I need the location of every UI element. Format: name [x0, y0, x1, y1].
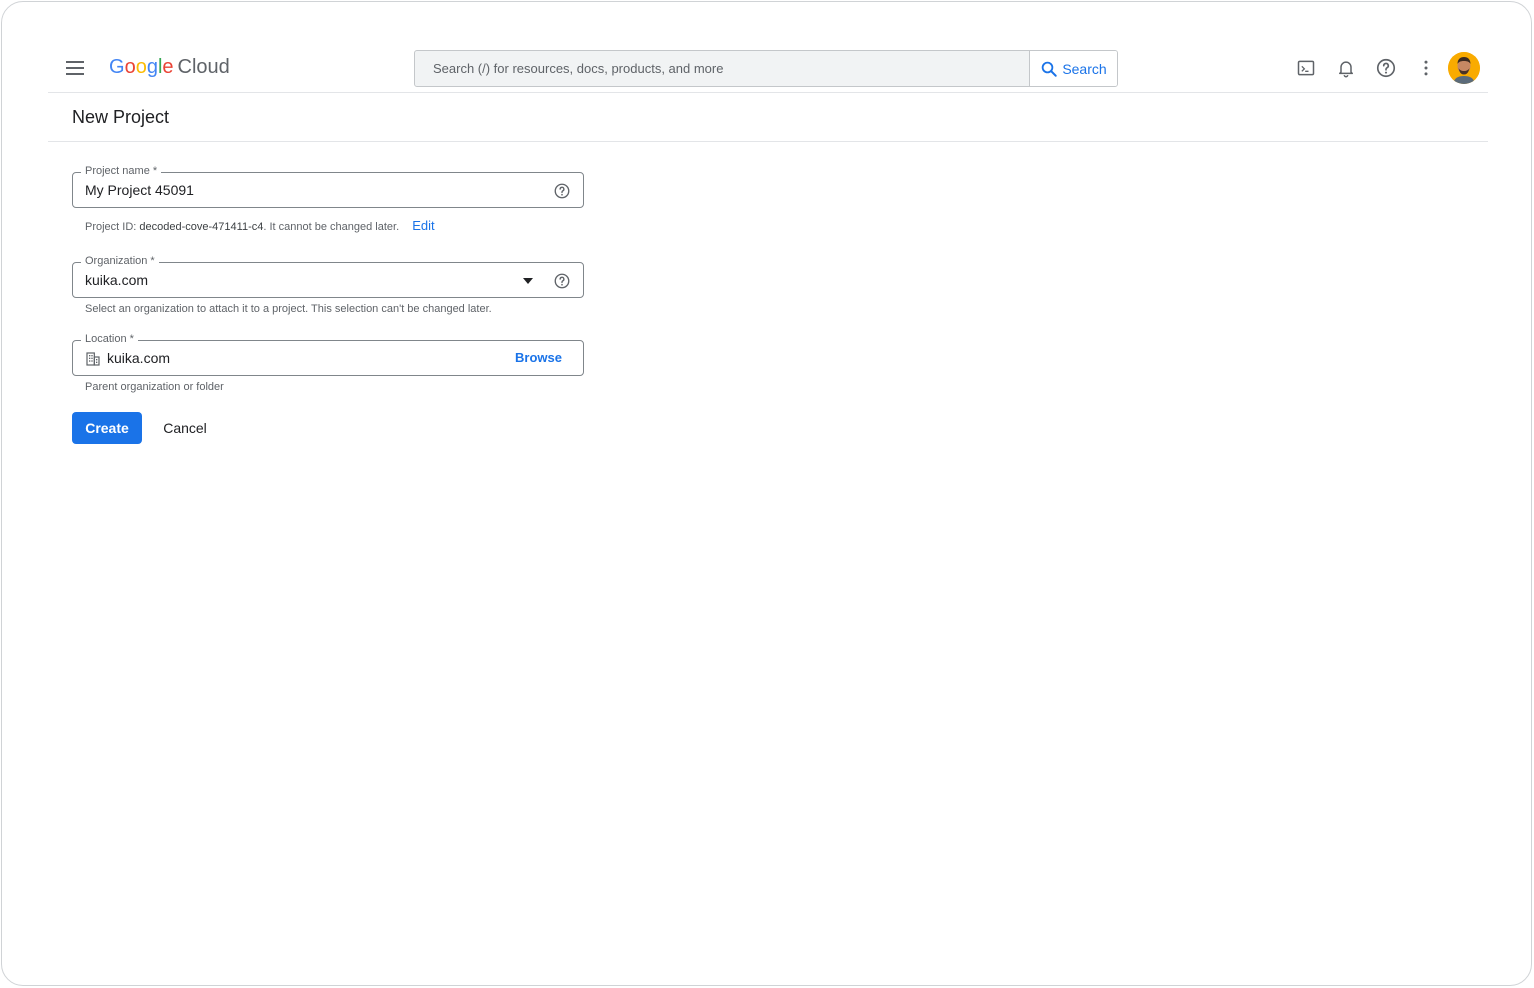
google-cloud-logo[interactable]: Google Cloud: [109, 56, 230, 79]
user-avatar-icon: [1448, 52, 1480, 84]
location-hint: Parent organization or folder: [85, 381, 224, 393]
project-name-label: Project name *: [81, 164, 162, 178]
building-icon: [86, 352, 100, 366]
help-icon: [1376, 58, 1396, 78]
notifications-icon: [1339, 61, 1353, 78]
logo-cloud: Cloud: [177, 56, 230, 78]
help-button[interactable]: [1366, 52, 1406, 84]
dropdown-arrow-icon[interactable]: [523, 278, 533, 284]
menu-icon[interactable]: [64, 58, 86, 78]
organization-help-icon[interactable]: [553, 272, 571, 290]
location-value: kuika.com: [107, 350, 171, 366]
search-bar: Search: [414, 50, 1118, 87]
organization-label: Organization *: [81, 254, 159, 268]
top-bar: Google Cloud Search: [48, 46, 1488, 93]
header-actions: [1286, 52, 1488, 84]
cancel-button[interactable]: Cancel: [152, 412, 218, 444]
cloud-shell-icon: [1297, 60, 1315, 76]
project-id-prefix: Project ID:: [85, 221, 140, 233]
project-name-value[interactable]: My Project 45091: [85, 182, 194, 198]
organization-value: kuika.com: [85, 272, 149, 288]
browse-button[interactable]: Browse: [515, 350, 562, 365]
location-label: Location *: [81, 332, 138, 346]
avatar[interactable]: [1448, 52, 1480, 84]
more-vert-icon: [1424, 60, 1428, 76]
more-options-button[interactable]: [1406, 52, 1446, 84]
search-input[interactable]: [415, 51, 1029, 86]
location-field[interactable]: Location * kuika.com Browse: [72, 332, 584, 376]
organization-hint: Select an organization to attach it to a…: [85, 303, 492, 315]
search-button[interactable]: Search: [1029, 51, 1117, 86]
project-id-suffix: . It cannot be changed later.: [263, 221, 400, 233]
page-header: New Project: [48, 94, 1488, 142]
browser-frame: Google Cloud Search (/) for resources, d…: [1, 1, 1532, 986]
project-name-field[interactable]: Project name * My Project 45091: [72, 164, 584, 208]
search-icon: [1042, 61, 1058, 77]
create-button[interactable]: Create: [72, 412, 142, 444]
project-id-hint: Project ID: decoded-cove-471411-c4. It c…: [85, 218, 435, 233]
search-button-label: Search: [1062, 60, 1107, 77]
page-title: New Project: [72, 107, 170, 127]
edit-project-id-link[interactable]: Edit: [412, 218, 434, 233]
cloud-shell-button[interactable]: [1286, 52, 1326, 84]
notifications-button[interactable]: [1326, 52, 1366, 84]
project-name-help-icon[interactable]: [553, 182, 571, 200]
logo-google: Google: [109, 56, 174, 78]
organization-select[interactable]: Organization * kuika.com: [72, 254, 584, 298]
project-id-value: decoded-cove-471411-c4: [139, 221, 264, 233]
